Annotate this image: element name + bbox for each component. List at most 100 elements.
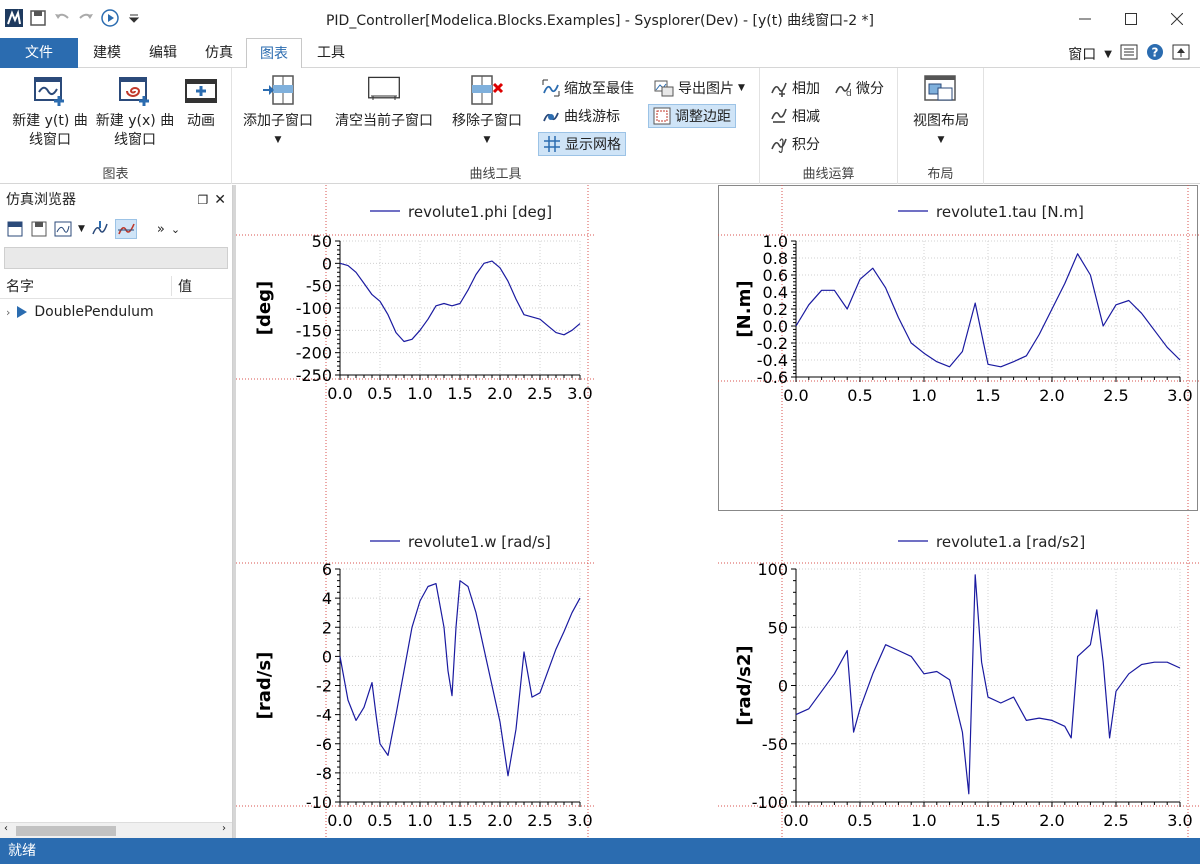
subplot-3[interactable]: 0.0 0.5 1.0 1.5 2.0 2.5 3.0 6 4 2 0 -2 -4 -6 -8 -10 [rad…: [236, 515, 596, 838]
x-tick-label: 1.0: [911, 811, 936, 830]
add-curves-button[interactable]: 相加: [766, 76, 824, 100]
save-icon[interactable]: [28, 8, 48, 28]
curve-cursor-label: 曲线游标: [564, 109, 620, 125]
chevron-down-icon[interactable]: ⌄: [171, 223, 180, 236]
minimize-icon[interactable]: [1062, 0, 1108, 38]
add-subwindow-button[interactable]: 添加子窗口 ▼: [236, 74, 320, 150]
plots-canvas: 0.0 0.5 1.0 1.5 2.0 2.5 3.0500-50-100-150-200-…: [236, 185, 1200, 838]
clear-subwindow-button[interactable]: 清空当前子窗口: [324, 74, 444, 131]
quick-access-toolbar: [4, 8, 144, 28]
more-tools-icon[interactable]: »: [157, 222, 165, 237]
y-tick-label: 100: [757, 560, 788, 579]
legend-label[interactable]: revolute1.a [rad/s2]: [936, 533, 1085, 551]
subplot-2[interactable]: 0.0 0.5 1.0 1.5 2.0 2.5 3.01.00.80.60.40.20.0-…: [718, 185, 1200, 511]
open-result-icon[interactable]: [6, 220, 24, 238]
redo-icon[interactable]: [76, 8, 96, 28]
layout-group: 视图布局 ▼ 布局: [898, 68, 984, 184]
maximize-icon[interactable]: [1108, 0, 1154, 38]
x-tick-label: 2.0: [1039, 386, 1064, 405]
tab-file[interactable]: 文件: [0, 38, 78, 68]
horizontal-scrollbar[interactable]: ‹ ›: [0, 822, 232, 838]
close-icon[interactable]: [1154, 0, 1200, 38]
x-tick-label: 2.5: [1103, 811, 1128, 830]
series-line[interactable]: [795, 574, 1181, 795]
zoom-fit-button[interactable]: 缩放至最佳: [538, 76, 638, 100]
remove-subwindow-button[interactable]: 移除子窗口 ▼: [444, 74, 530, 150]
adjust-margin-label: 调整边距: [675, 109, 731, 125]
column-name[interactable]: 名字: [0, 275, 172, 296]
svg-text:?: ?: [1152, 46, 1159, 60]
grid-icon: [544, 136, 560, 152]
app-logo-icon: [4, 8, 24, 28]
tab-modeling[interactable]: 建模: [80, 38, 134, 68]
animation-button[interactable]: 动画: [178, 74, 224, 131]
y-axis-label: [rad/s2]: [734, 645, 755, 725]
variable-search-input[interactable]: [4, 247, 228, 269]
new-yt-window-icon: [34, 77, 64, 106]
export-image-button[interactable]: 导出图片 ▼: [650, 76, 749, 100]
view-layout-button[interactable]: 视图布局 ▼: [902, 74, 980, 150]
undo-icon[interactable]: [52, 8, 72, 28]
x-tick-label: 0.5: [847, 386, 872, 405]
subplot-1[interactable]: 0.0 0.5 1.0 1.5 2.0 2.5 3.0 50 0 -50 -100 -150 -200 -…: [236, 185, 596, 515]
adjust-margin-button[interactable]: 调整边距: [648, 104, 736, 128]
customize-toolbar-icon[interactable]: [124, 8, 144, 28]
y-tick-label: -6: [316, 735, 332, 754]
save-result-icon[interactable]: [30, 220, 48, 238]
new-yx-window-label-2: 线窗口: [114, 132, 156, 148]
scrollbar-thumb[interactable]: [16, 826, 116, 836]
toggle-curve-icon[interactable]: [114, 219, 137, 239]
integrate-curve-label: 积分: [792, 137, 820, 153]
column-value[interactable]: 值: [172, 276, 192, 296]
curve-cursor-button[interactable]: 曲线游标: [538, 104, 624, 128]
x-tick-label: 1.5: [975, 811, 1000, 830]
chevron-down-icon[interactable]: ▼: [1104, 49, 1112, 60]
help-icon[interactable]: ?: [1146, 43, 1164, 65]
legend-label[interactable]: revolute1.w [rad/s]: [408, 533, 551, 551]
y-tick-label: -50: [762, 735, 788, 754]
new-plot-icon[interactable]: [54, 220, 72, 238]
curve-add-icon: [771, 82, 787, 97]
y-tick-label: -100: [296, 299, 332, 318]
clear-subwindow-label: 清空当前子窗口: [335, 113, 433, 129]
window-menu[interactable]: 窗口: [1068, 44, 1096, 64]
tab-chart[interactable]: 图表: [246, 38, 302, 69]
close-panel-icon[interactable]: ✕: [214, 185, 226, 215]
subtract-curves-button[interactable]: 相减: [766, 104, 824, 128]
y-tick-label: -8: [316, 764, 332, 783]
integrate-curve-button[interactable]: 积分: [766, 132, 824, 156]
float-panel-icon[interactable]: ❐: [198, 185, 209, 215]
scroll-right-icon[interactable]: ›: [222, 823, 226, 834]
plot-variable-icon[interactable]: [91, 220, 109, 238]
x-tick-label: 1.0: [407, 384, 432, 403]
chevron-down-icon[interactable]: ▼: [78, 224, 85, 234]
show-grid-label: 显示网格: [565, 137, 621, 153]
new-yt-window-label-1: 新建 y(t) 曲: [12, 113, 88, 129]
x-tick-label: 2.0: [487, 811, 512, 830]
new-yt-window-button[interactable]: 新建 y(t) 曲 线窗口: [6, 74, 94, 150]
pin-ribbon-icon[interactable]: [1172, 44, 1190, 64]
x-tick-label: 0.0: [327, 384, 352, 403]
layout-group-label: 布局: [927, 167, 954, 182]
tab-tools[interactable]: 工具: [304, 38, 358, 68]
chevron-right-icon[interactable]: ›: [6, 306, 10, 319]
new-yt-window-label-2: 线窗口: [29, 132, 71, 148]
x-tick-label: 2.5: [1103, 386, 1128, 405]
tab-simulation[interactable]: 仿真: [192, 38, 246, 68]
show-grid-button[interactable]: 显示网格: [538, 132, 626, 156]
scroll-left-icon[interactable]: ‹: [4, 823, 8, 834]
new-yx-window-button[interactable]: 新建 y(x) 曲 线窗口: [92, 74, 178, 150]
zoom-fit-icon: [542, 79, 560, 97]
tree-item-doublependulum[interactable]: › DoublePendulum: [0, 299, 232, 325]
legend-label[interactable]: revolute1.tau [N.m]: [936, 203, 1084, 221]
play-model-icon: [17, 306, 28, 318]
differentiate-curve-button[interactable]: d 微分: [830, 76, 888, 100]
x-tick-label: 3.0: [567, 384, 592, 403]
ribbon-options-icon[interactable]: [1120, 44, 1138, 64]
simulation-browser-panel: 仿真浏览器 ❐ ✕ ▼ » ⌄ 名字 值 › DoublePendulum ‹ …: [0, 185, 233, 838]
curve-cursor-icon: [543, 112, 559, 122]
run-simulation-icon[interactable]: [100, 8, 120, 28]
tab-edit[interactable]: 编辑: [136, 38, 190, 68]
legend-label[interactable]: revolute1.phi [deg]: [408, 203, 552, 221]
subplot-4[interactable]: 0.0 0.5 1.0 1.5 2.0 2.5 3.0 100 50 0 -50 -100 [rad/s…: [718, 515, 1200, 838]
